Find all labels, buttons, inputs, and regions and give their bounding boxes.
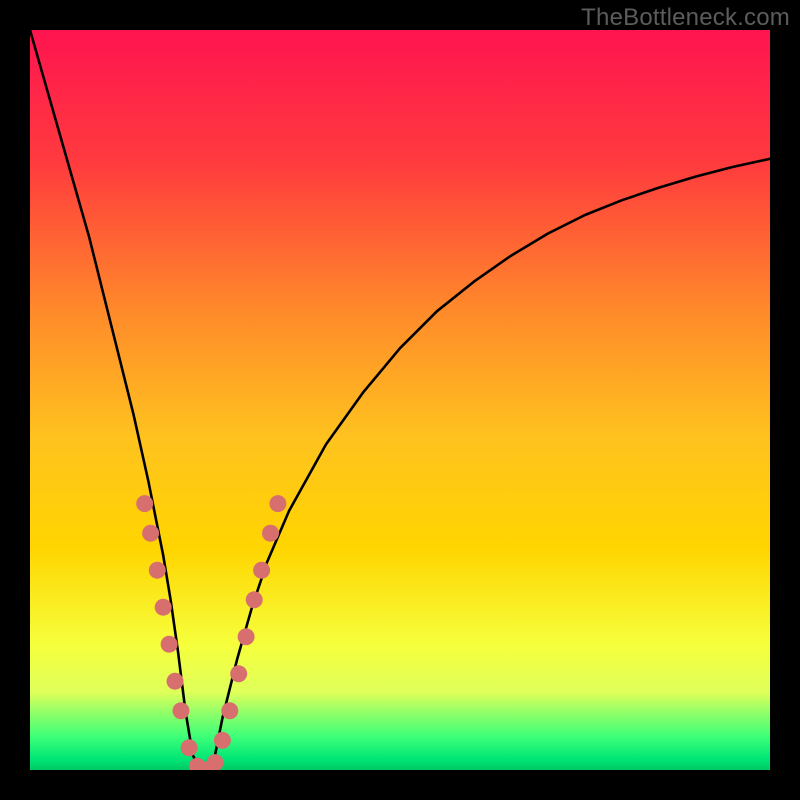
data-point-marker xyxy=(142,525,159,542)
data-point-marker xyxy=(161,636,178,653)
bottleneck-chart-svg xyxy=(30,30,770,770)
data-point-marker xyxy=(214,732,231,749)
data-point-marker xyxy=(181,739,198,756)
data-point-marker xyxy=(253,562,270,579)
gradient-background xyxy=(30,30,770,770)
data-point-marker xyxy=(230,665,247,682)
data-point-marker xyxy=(136,495,153,512)
data-point-marker xyxy=(246,591,263,608)
data-point-marker xyxy=(262,525,279,542)
plot-area xyxy=(30,30,770,770)
data-point-marker xyxy=(221,702,238,719)
data-point-marker xyxy=(155,599,172,616)
data-point-marker xyxy=(167,673,184,690)
data-point-marker xyxy=(149,562,166,579)
watermark-text: TheBottleneck.com xyxy=(581,4,790,32)
data-point-marker xyxy=(172,702,189,719)
data-point-marker xyxy=(238,628,255,645)
chart-frame: TheBottleneck.com xyxy=(0,0,800,800)
data-point-marker xyxy=(269,495,286,512)
